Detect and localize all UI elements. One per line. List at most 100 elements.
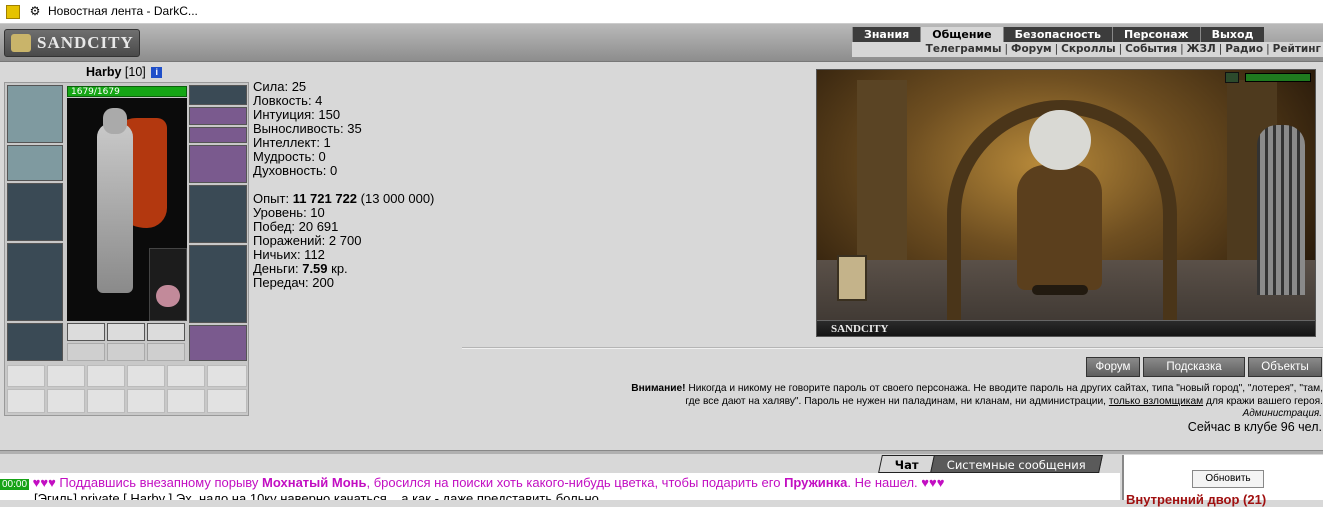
inventory-slot[interactable]	[127, 365, 165, 387]
iron-gate[interactable]	[1257, 125, 1305, 295]
scene-refresh-icon[interactable]	[1225, 72, 1239, 83]
stat-spirituality: Духовность: 0	[253, 163, 338, 178]
stat-intellect: Интеллект: 1	[253, 135, 331, 150]
chat-log: 00:00 ♥♥♥ Поддавшись внезапному порыву М…	[0, 473, 1120, 500]
main-menu: Знания Общение Безопасность Персонаж Вых…	[852, 27, 1265, 42]
logo-text: SANDCITY	[37, 33, 134, 52]
belt-slot[interactable]	[7, 323, 63, 361]
nick-link[interactable]: Пружинка	[784, 475, 847, 490]
inventory-slot[interactable]	[167, 365, 205, 387]
inventory-slot[interactable]	[87, 365, 125, 387]
message-time[interactable]: 00:00	[0, 479, 30, 490]
submenu-rating[interactable]: Рейтинг	[1273, 42, 1321, 57]
submenu-radio[interactable]: Радио	[1225, 42, 1263, 57]
online-count: Сейчас в клубе 96 чел.	[1187, 420, 1322, 434]
security-warning: Внимание! Никогда и никому не говорите п…	[631, 383, 1323, 407]
stat-endurance: Выносливость: 35	[253, 121, 362, 136]
inventory-slot[interactable]	[7, 389, 45, 413]
warning-label: Внимание!	[631, 383, 686, 394]
forum-button[interactable]: Форум	[1086, 357, 1140, 377]
objects-button[interactable]: Объекты	[1248, 357, 1322, 377]
submenu-telegrams[interactable]: Телеграммы	[926, 42, 1002, 57]
info-icon[interactable]: i	[151, 67, 163, 78]
ring-slot-2[interactable]	[107, 323, 145, 341]
legs-slot[interactable]	[189, 245, 247, 323]
submenu-forum[interactable]: Форум	[1011, 42, 1052, 57]
hp-value: 1679/1679	[71, 87, 120, 97]
armor-slot[interactable]	[7, 243, 63, 321]
equipment-panel: 1679/1679	[4, 82, 249, 416]
stat-experience: Опыт: 11 721 722 (13 000 000)	[253, 191, 435, 206]
rune-slot-2[interactable]	[107, 343, 145, 361]
sandcity-logo[interactable]: SANDCITY	[4, 29, 140, 57]
divider	[462, 347, 1323, 349]
weapon-slot[interactable]	[7, 183, 63, 241]
pet-slot[interactable]	[149, 248, 187, 321]
submenu-events[interactable]: События	[1125, 42, 1177, 57]
warning-signature: Администрация.	[1242, 408, 1322, 419]
inventory-slot[interactable]	[87, 389, 125, 413]
amulet-slot[interactable]	[189, 107, 247, 125]
menu-character[interactable]: Персонаж	[1112, 27, 1200, 42]
bracers-slot[interactable]	[7, 145, 63, 181]
nick-link[interactable]: Мохнатый Монь	[262, 475, 366, 490]
stat-losses: Поражений: 2 700	[253, 233, 362, 248]
character-level: [10]	[124, 65, 146, 79]
menu-communication[interactable]: Общение	[920, 27, 1003, 42]
menu-knowledge[interactable]: Знания	[852, 27, 920, 42]
browser-tab-title[interactable]: Новостная лента - DarkC...	[48, 4, 198, 18]
ring-slot-3[interactable]	[147, 323, 185, 341]
character-avatar[interactable]	[67, 98, 187, 321]
refresh-button[interactable]: Обновить	[1192, 470, 1264, 488]
stat-agility: Ловкость: 4	[253, 93, 323, 108]
inventory-slot[interactable]	[167, 389, 205, 413]
hackers-link[interactable]: только взломщикам	[1109, 396, 1203, 407]
submenu-zhzl[interactable]: ЖЗЛ	[1187, 42, 1216, 57]
sub-menu: Телеграммы | Форум | Скроллы | События | ЖЗЛ…	[852, 42, 1323, 57]
pet-rat-icon	[156, 285, 180, 307]
inventory-slot[interactable]	[207, 365, 247, 387]
inventory-slot[interactable]	[47, 389, 85, 413]
gloves-slot[interactable]	[189, 145, 247, 183]
location-scene[interactable]: SANDCITY	[816, 69, 1316, 337]
tab-system-messages[interactable]: Системные сообщения	[929, 455, 1103, 473]
character-nick[interactable]: Harby	[86, 65, 121, 79]
boots-slot[interactable]	[189, 325, 247, 361]
experience-value: 11 721 722	[292, 191, 358, 206]
rune-slot-1[interactable]	[67, 343, 105, 361]
menu-exit[interactable]: Выход	[1199, 27, 1265, 42]
scene-status-bar	[1245, 73, 1311, 82]
offhand-slot[interactable]	[189, 185, 247, 243]
stat-wins: Побед: 20 691	[253, 219, 339, 234]
inventory-slot[interactable]	[127, 389, 165, 413]
earrings-slot[interactable]	[189, 85, 247, 105]
page-favicon-icon: ⚙	[29, 4, 41, 18]
helmet-slot[interactable]	[7, 85, 63, 143]
npc-head	[1029, 110, 1091, 170]
character-stats: Сила: 25 Ловкость: 4 Интуиция: 150 Вынос…	[253, 80, 434, 290]
stat-transfers: Передач: 200	[253, 275, 334, 290]
bookmark-star-icon[interactable]	[6, 5, 20, 19]
notice-board-icon[interactable]	[837, 255, 867, 301]
inventory-slot[interactable]	[47, 365, 85, 387]
stat-level: Уровень: 10	[253, 205, 325, 220]
stat-intuition: Интуиция: 150	[253, 107, 341, 122]
character-name: Harby [10] i	[86, 65, 163, 79]
chat-tabs: Чат Системные сообщения	[878, 455, 1103, 473]
rings-slot[interactable]	[189, 127, 247, 143]
hint-button[interactable]: Подсказка	[1143, 357, 1245, 377]
inventory-slot[interactable]	[207, 389, 247, 413]
ring-slot-1[interactable]	[67, 323, 105, 341]
browser-tab-bar: ⚙ Новостная лента - DarkC...	[0, 0, 1323, 24]
rune-slot-3[interactable]	[147, 343, 185, 361]
tab-chat[interactable]: Чат	[878, 455, 936, 473]
inventory-slot[interactable]	[7, 365, 45, 387]
npc-old-woman[interactable]	[1017, 165, 1102, 290]
stat-draws: Ничьих: 112	[253, 247, 325, 262]
submenu-scrolls[interactable]: Скроллы	[1061, 42, 1115, 57]
scene-caption: SANDCITY	[817, 320, 1315, 336]
stat-wisdom: Мудрость: 0	[253, 149, 326, 164]
logo-emblem-icon	[11, 34, 31, 52]
money-value: 7.59	[302, 261, 328, 276]
menu-security[interactable]: Безопасность	[1002, 27, 1112, 42]
